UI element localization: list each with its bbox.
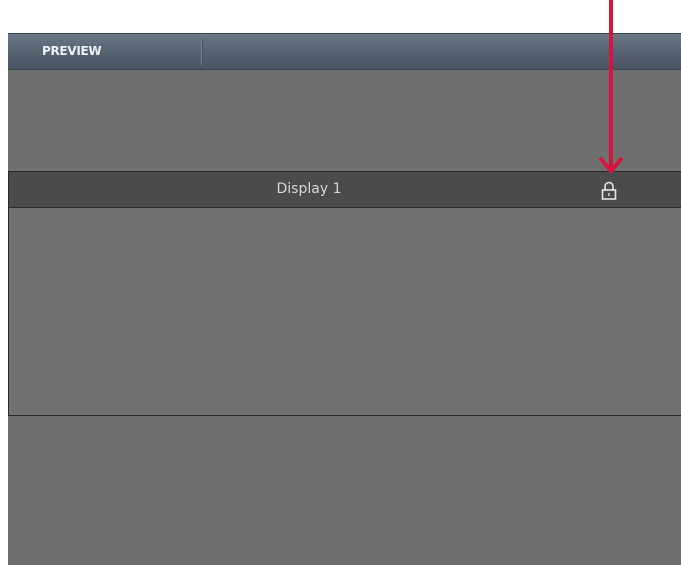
tab-bar: PREVIEW [8,34,681,70]
screenshot-stage: PREVIEW Display 1 [0,0,681,565]
display-title: Display 1 [276,181,342,197]
tab-divider [201,39,202,65]
display-frame: Display 1 [8,171,681,416]
tab-preview[interactable]: PREVIEW [42,44,102,58]
annotation-arrow-icon [598,0,624,175]
preview-panel: PREVIEW Display 1 [8,33,681,565]
lock-icon[interactable] [599,180,619,202]
display-header: Display 1 [9,172,681,208]
